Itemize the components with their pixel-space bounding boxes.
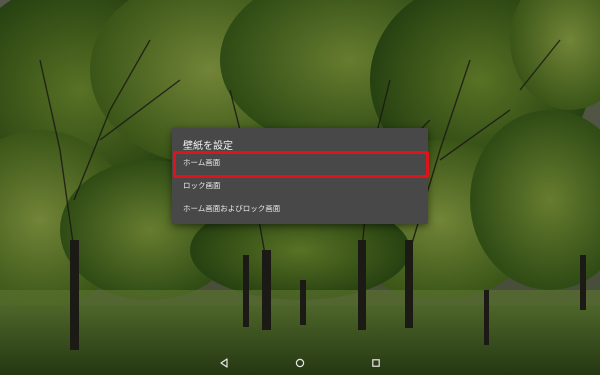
dialog-title: 壁紙を設定 xyxy=(183,141,233,152)
recent-apps-button[interactable] xyxy=(369,356,383,370)
navigation-bar xyxy=(0,350,600,375)
option-home-screen[interactable]: ホーム画面 xyxy=(172,152,428,174)
option-home-and-lock-screen[interactable]: ホーム画面およびロック画面 xyxy=(172,198,428,220)
set-wallpaper-dialog: 壁紙を設定 ホーム画面 ロック画面 ホーム画面およびロック画面 xyxy=(172,128,429,224)
recent-apps-icon xyxy=(372,359,380,367)
home-icon xyxy=(295,358,305,368)
option-lock-screen[interactable]: ロック画面 xyxy=(172,175,428,197)
back-icon xyxy=(220,358,228,368)
home-button[interactable] xyxy=(293,356,307,370)
screen: 壁紙を設定 ホーム画面 ロック画面 ホーム画面およびロック画面 xyxy=(0,0,600,375)
back-button[interactable] xyxy=(217,356,231,370)
